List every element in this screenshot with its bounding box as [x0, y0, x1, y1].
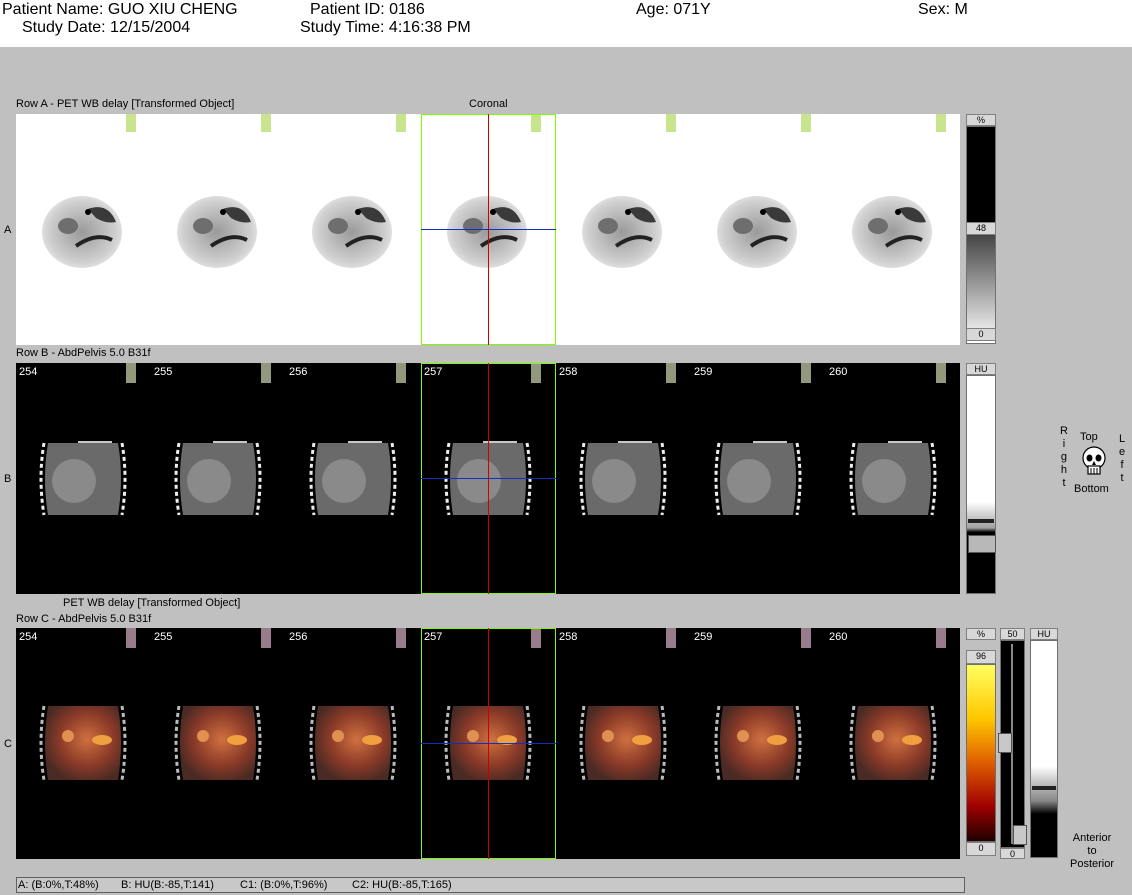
fusion-slice-260[interactable]	[849, 628, 946, 781]
fusion-slice-259[interactable]	[714, 628, 811, 781]
status-row-c2: C2: HU(B:-85,T:165)	[352, 879, 452, 891]
row-c-slice-number: 255	[154, 631, 173, 643]
patient-sex: Sex: M	[918, 1, 968, 18]
ct-slice-260[interactable]	[849, 363, 946, 516]
row-a-letter: A	[4, 224, 12, 236]
row-a-crosshair-horizontal	[421, 229, 556, 230]
row-b-slice-number: 255	[154, 366, 173, 378]
colorbar-a-mid[interactable]: 48	[966, 222, 996, 235]
ct-slice-255[interactable]	[174, 363, 271, 516]
row-c-label-top: PET WB delay [Transformed Object]	[63, 597, 241, 609]
row-c-letter: C	[4, 738, 12, 750]
row-c-label: Row C - AbdPelvis 5.0 B31f	[16, 613, 152, 625]
fusion-slice-258[interactable]	[579, 628, 676, 781]
status-bar: A: (B:0%,T:48%) B: HU(B:-85,T:141) C1: (…	[16, 877, 965, 893]
patient-name: Patient Name: GUO XIU CHENG	[2, 1, 238, 18]
study-date: Study Date: 12/15/2004	[22, 19, 191, 36]
colorbar-b-window-marker[interactable]	[968, 519, 994, 523]
pet-slice-256[interactable]	[312, 114, 406, 268]
row-b-slice-number: 260	[829, 366, 848, 378]
colorbar-b-unit: HU	[966, 363, 996, 375]
orientation-left: L e f t	[1119, 433, 1126, 484]
orientation-top: Top	[1080, 431, 1098, 443]
row-b-slice-number: 258	[559, 366, 578, 378]
orientation-right: R i g h t	[1060, 425, 1068, 489]
ct-slice-259[interactable]	[714, 363, 811, 516]
colorbar-a-min[interactable]: 0	[966, 328, 996, 341]
ct-slice-254[interactable]	[39, 363, 136, 516]
ct-slice-256[interactable]	[309, 363, 406, 516]
colorbar-c-ct-unit: HU	[1030, 628, 1058, 640]
row-c-slice-number: 258	[559, 631, 578, 643]
colorbar-c-pet-min[interactable]: 0	[966, 842, 996, 856]
pet-slice-254[interactable]	[42, 114, 136, 268]
row-c-slice-number: 260	[829, 631, 848, 643]
row-b-slice-number: 256	[289, 366, 308, 378]
slider-c-bottom: 0	[1000, 848, 1025, 859]
row-c-slice-number: 256	[289, 631, 308, 643]
patient-id: Patient ID: 0186	[310, 1, 425, 18]
skull-orientation-icon[interactable]	[1081, 446, 1107, 483]
pet-slice-255[interactable]	[177, 114, 271, 268]
ct-slice-258[interactable]	[579, 363, 676, 516]
colorbar-a[interactable]	[966, 126, 996, 344]
status-row-a: A: (B:0%,T:48%)	[18, 879, 99, 891]
row-b-slice-number: 259	[694, 366, 713, 378]
colorbar-b[interactable]	[966, 375, 996, 594]
patient-age: Age: 071Y	[636, 1, 711, 18]
status-row-c1: C1: (B:0%,T:96%)	[240, 879, 328, 891]
fusion-slice-254[interactable]	[39, 628, 136, 781]
row-b-label: Row B - AbdPelvis 5.0 B31f	[16, 347, 151, 359]
colorbar-a-unit: %	[966, 114, 996, 126]
blend-slider-handle[interactable]	[998, 733, 1012, 753]
colorbar-b-level-handle[interactable]	[968, 535, 996, 553]
row-b-letter: B	[4, 473, 12, 485]
colorbar-c-pet[interactable]	[966, 664, 996, 842]
pet-slice-260[interactable]	[852, 114, 946, 268]
row-c-crosshair-horizontal	[421, 743, 556, 744]
patient-header: Patient Name: GUO XIU CHENG Patient ID: …	[0, 0, 1132, 47]
colorbar-c-ct[interactable]	[1030, 640, 1058, 858]
pet-slice-259[interactable]	[717, 114, 811, 268]
study-time: Study Time: 4:16:38 PM	[300, 19, 471, 36]
pet-slice-258[interactable]	[582, 114, 676, 268]
fusion-slice-255[interactable]	[174, 628, 271, 781]
view-title: Coronal	[469, 98, 508, 110]
slider-c-top: 50	[1000, 628, 1025, 640]
row-c-slice-number: 254	[19, 631, 38, 643]
status-row-b: B: HU(B:-85,T:141)	[121, 879, 214, 891]
colorbar-c-pet-max[interactable]: 96	[966, 650, 996, 664]
orientation-bottom: Bottom	[1074, 483, 1109, 495]
blend-slider-handle-secondary[interactable]	[1013, 825, 1027, 845]
colorbar-c-ct-window-marker[interactable]	[1032, 786, 1056, 790]
row-b-crosshair-horizontal	[421, 478, 556, 479]
row-a-label: Row A - PET WB delay [Transformed Object…	[16, 98, 235, 110]
row-c-slice-number: 259	[694, 631, 713, 643]
fusion-slice-256[interactable]	[309, 628, 406, 781]
orientation-depth: Anterior to Posterior	[1070, 832, 1115, 870]
colorbar-c-pet-unit: %	[966, 628, 996, 640]
row-b-slice-number: 254	[19, 366, 38, 378]
